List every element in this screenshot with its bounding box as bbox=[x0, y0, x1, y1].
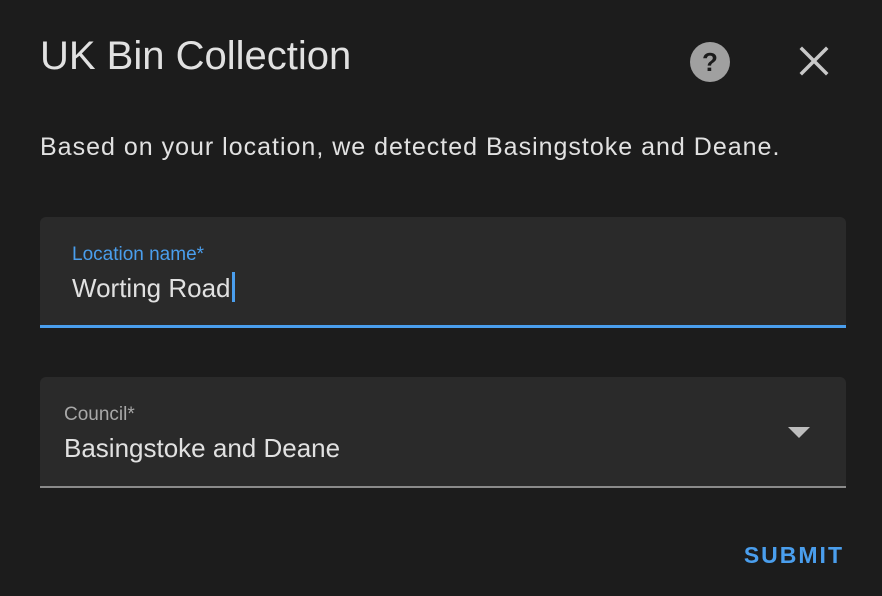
location-name-label: Location name* bbox=[72, 244, 205, 265]
help-button[interactable]: ? bbox=[688, 40, 732, 84]
council-label: Council* bbox=[64, 404, 135, 425]
location-name-value: Worting Road bbox=[72, 273, 231, 303]
help-circle-icon: ? bbox=[690, 42, 730, 82]
council-select[interactable]: Council* Basingstoke and Deane bbox=[40, 377, 846, 488]
submit-button[interactable]: SUBMIT bbox=[744, 540, 844, 570]
svg-text:?: ? bbox=[702, 47, 718, 77]
close-button[interactable] bbox=[792, 39, 836, 83]
close-icon bbox=[799, 46, 829, 76]
text-cursor bbox=[231, 272, 235, 302]
detected-location-message: Based on your location, we detected Basi… bbox=[40, 133, 781, 161]
dialog: UK Bin Collection ? Based on your locati… bbox=[0, 0, 882, 596]
location-name-field[interactable]: Location name* Worting Road bbox=[40, 217, 846, 328]
location-name-input[interactable]: Worting Road bbox=[72, 271, 235, 305]
chevron-down-icon[interactable] bbox=[788, 427, 810, 438]
council-value: Basingstoke and Deane bbox=[64, 433, 341, 463]
dialog-title: UK Bin Collection bbox=[40, 34, 352, 78]
